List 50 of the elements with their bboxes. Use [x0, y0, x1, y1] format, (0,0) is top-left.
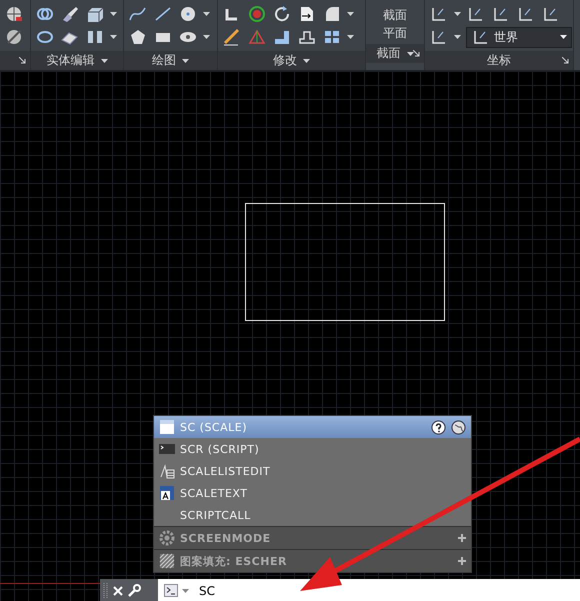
command-suggestion[interactable]: SCR (SCRIPT)	[154, 438, 471, 460]
caret-icon[interactable]	[454, 12, 461, 16]
caret-icon[interactable]	[406, 52, 414, 56]
gear-icon	[159, 530, 175, 546]
caret-icon[interactable]	[347, 12, 354, 16]
rotate-icon[interactable]	[272, 4, 292, 23]
brush-icon[interactable]	[60, 4, 80, 23]
caret-icon[interactable]	[110, 35, 117, 40]
pencil-icon[interactable]	[222, 28, 242, 46]
triangle-icon[interactable]	[247, 28, 267, 46]
sphere-icon[interactable]	[4, 28, 24, 46]
circle-icon[interactable]	[178, 4, 198, 23]
plus-icon[interactable]	[458, 534, 466, 542]
pentagon-icon[interactable]	[128, 28, 148, 46]
grip-icon[interactable]	[103, 582, 109, 600]
command-suggestion[interactable]: SCALETEXT	[154, 482, 471, 504]
list-edit-icon	[159, 463, 175, 479]
command-input-field[interactable]: SC	[158, 579, 580, 601]
caret-icon[interactable]	[347, 35, 354, 40]
line-icon[interactable]	[153, 4, 173, 23]
panel-launcher-icon[interactable]	[19, 57, 26, 64]
command-suggestion[interactable]: SCRIPTCALL	[154, 504, 471, 526]
panel-launcher-icon[interactable]	[562, 57, 569, 64]
panel-launcher-icon[interactable]	[413, 50, 420, 57]
panel-title[interactable]: 修改	[273, 52, 297, 69]
text-icon	[159, 485, 175, 501]
square-icon[interactable]	[272, 28, 292, 46]
terminal-icon	[159, 443, 175, 455]
command-suggestion[interactable]: SCALELISTEDIT	[154, 460, 471, 482]
plus-icon[interactable]	[458, 557, 466, 565]
window-icon	[159, 419, 175, 435]
caret-icon[interactable]	[110, 12, 117, 16]
caret-icon[interactable]	[203, 12, 210, 16]
drawing-canvas[interactable]: SC (SCALE) SCR (SCRIPT) SCALELISTEDIT SCALETEXT SCRIPTCALL SCREENMODE 图案填充: ESCHER SC	[0, 71, 580, 601]
caret-icon[interactable]	[454, 35, 461, 40]
caret-icon[interactable]	[182, 58, 189, 62]
caret-icon[interactable]	[303, 58, 310, 62]
caret-icon[interactable]	[560, 35, 567, 40]
box-icon[interactable]	[85, 4, 105, 23]
caret-icon[interactable]	[203, 35, 210, 40]
help-icon[interactable]	[431, 420, 446, 434]
sphere-icon[interactable]	[4, 4, 24, 23]
section-plane-button[interactable]: 截面 平面	[377, 4, 413, 44]
panel-title[interactable]: 坐标	[487, 52, 511, 69]
gizmo-icon[interactable]	[247, 4, 267, 23]
caret-icon[interactable]	[100, 58, 108, 62]
terminal-icon[interactable]	[164, 584, 178, 597]
coordinate-dropdown[interactable]: 世界	[466, 26, 572, 48]
close-icon[interactable]	[113, 586, 123, 596]
hatch-pattern-icon	[159, 553, 175, 569]
